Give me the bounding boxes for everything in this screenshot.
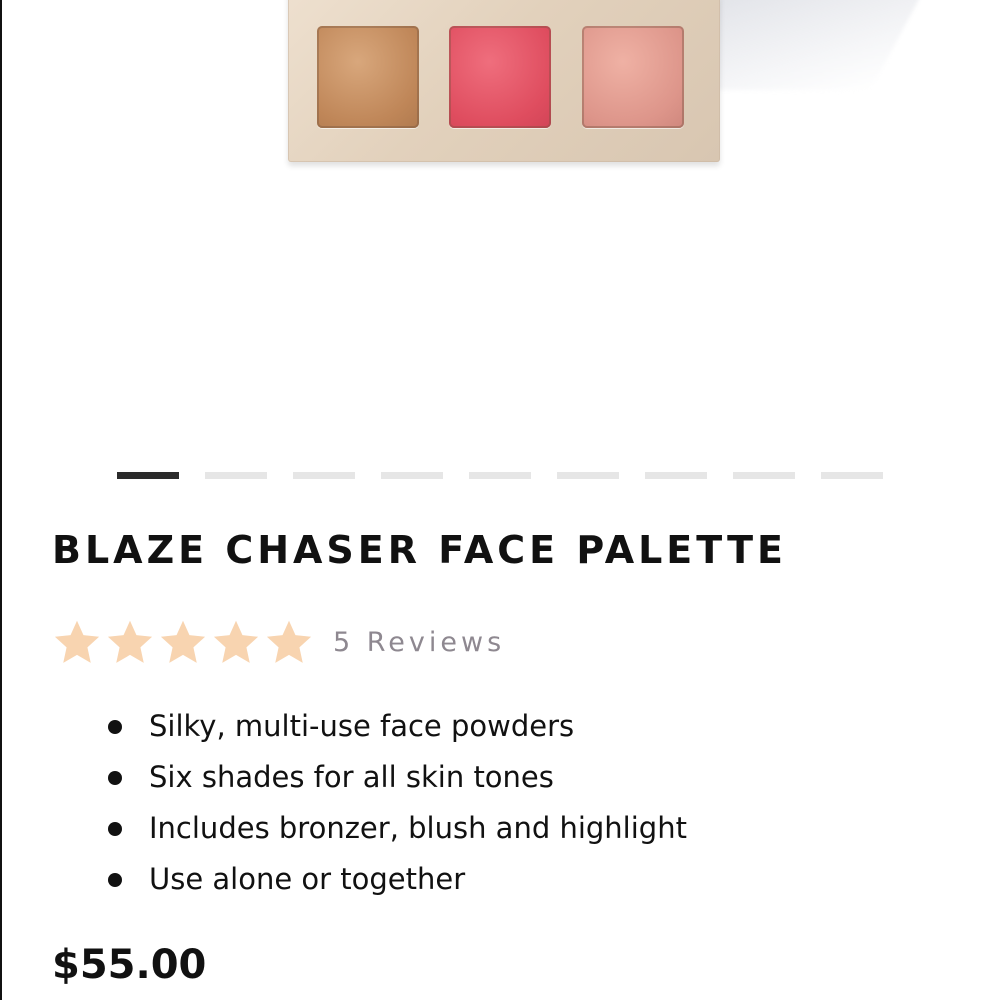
star-icon — [158, 617, 208, 667]
carousel-indicators — [117, 472, 887, 480]
carousel-dot[interactable] — [381, 472, 443, 479]
feature-item: Silky, multi-use face powders — [108, 703, 687, 754]
product-title: BLAZE CHASER FACE PALETTE — [52, 528, 787, 572]
product-rating[interactable]: 5 Reviews — [52, 614, 505, 670]
product-price: $55.00 — [52, 942, 207, 988]
star-icon — [105, 617, 155, 667]
rating-stars — [52, 617, 317, 667]
feature-item: Six shades for all skin tones — [108, 754, 687, 805]
blush-pan — [449, 26, 551, 128]
feature-item: Includes bronzer, blush and highlight — [108, 805, 687, 856]
star-icon — [52, 617, 102, 667]
carousel-dot[interactable] — [645, 472, 707, 479]
carousel-dot[interactable] — [821, 472, 883, 479]
bullet-icon — [108, 771, 122, 785]
feature-text: Includes bronzer, blush and highlight — [149, 811, 687, 845]
feature-text: Silky, multi-use face powders — [149, 709, 575, 743]
bronzer-pan — [317, 26, 419, 128]
palette-compact — [288, 0, 720, 162]
feature-list: Silky, multi-use face powders Six shades… — [108, 703, 687, 907]
carousel-dot[interactable] — [469, 472, 531, 479]
bullet-icon — [108, 822, 122, 836]
star-icon — [211, 617, 261, 667]
feature-text: Use alone or together — [149, 862, 466, 896]
product-image[interactable] — [0, 0, 1000, 450]
carousel-dot[interactable] — [117, 472, 179, 479]
carousel-dot[interactable] — [733, 472, 795, 479]
bullet-icon — [108, 720, 122, 734]
carousel-dot[interactable] — [205, 472, 267, 479]
feature-item: Use alone or together — [108, 856, 687, 907]
star-icon — [264, 617, 314, 667]
feature-text: Six shades for all skin tones — [149, 760, 554, 794]
highlight-pan — [582, 26, 684, 128]
carousel-dot[interactable] — [557, 472, 619, 479]
carousel-dot[interactable] — [293, 472, 355, 479]
bullet-icon — [108, 873, 122, 887]
reviews-link[interactable]: 5 Reviews — [333, 627, 505, 658]
